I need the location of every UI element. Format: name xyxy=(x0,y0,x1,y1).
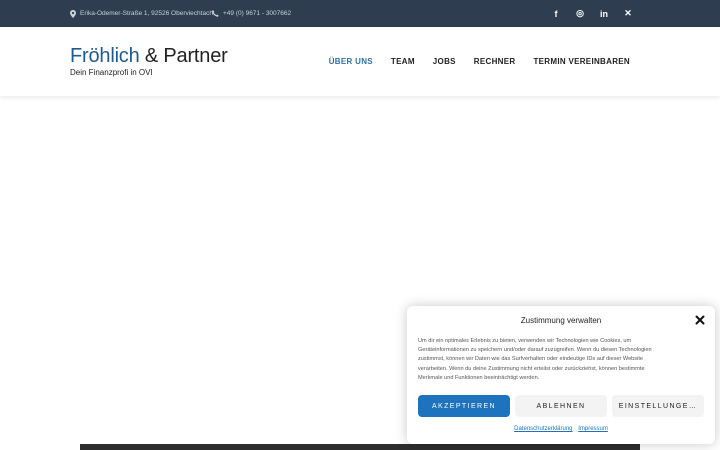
top-bar: Erika-Odemer-Straße 1, 92526 Oberviechta… xyxy=(0,0,720,27)
phone-info[interactable]: +49 (0) 9671 - 3007662 xyxy=(212,0,291,27)
close-icon[interactable] xyxy=(695,315,705,325)
xing-icon[interactable]: ✕ xyxy=(616,8,640,19)
consent-title: Zustimmung verwalten xyxy=(520,316,602,325)
hero-footer-strip xyxy=(80,444,640,450)
address-text: Erika-Odemer-Straße 1, 92526 Oberviechta… xyxy=(80,10,213,17)
accept-button[interactable]: AKZEPTIEREN xyxy=(418,395,510,417)
social-links: f ◎ in ✕ xyxy=(544,0,640,27)
imprint-link[interactable]: Impressum xyxy=(578,426,608,432)
main-nav: ÜBER UNS TEAM JOBS RECHNER TERMIN VEREIN… xyxy=(311,27,630,96)
phone-text: +49 (0) 9671 - 3007662 xyxy=(223,10,292,17)
consent-links: Datenschutzerklärung Impressum xyxy=(407,426,715,432)
address-info: Erika-Odemer-Straße 1, 92526 Oberviechta… xyxy=(70,0,213,27)
facebook-icon[interactable]: f xyxy=(544,9,568,19)
phone-icon xyxy=(212,10,219,17)
logo-brand: Fröhlich & Partner xyxy=(70,45,228,67)
logo-tagline: Dein Finanzprofi in OVI xyxy=(70,68,153,77)
consent-text: Um dir ein optimales Erlebnis zu bieten,… xyxy=(418,338,652,381)
logo[interactable]: Fröhlich & Partner Dein Finanzprofi in O… xyxy=(70,45,228,77)
nav-item-termin-vereinbaren[interactable]: TERMIN VEREINBAREN xyxy=(533,57,630,66)
logo-partner: & Partner xyxy=(144,45,228,67)
nav-item-rechner[interactable]: RECHNER xyxy=(474,57,516,66)
nav-item-team[interactable]: TEAM xyxy=(391,57,415,66)
deny-button[interactable]: ABLEHNEN xyxy=(515,395,607,417)
cookie-consent-dialog: Zustimmung verwalten Um dir ein optimale… xyxy=(407,306,715,444)
linkedin-icon[interactable]: in xyxy=(592,9,616,19)
settings-button[interactable]: EINSTELLUNGE… xyxy=(612,395,704,417)
logo-name: Fröhlich xyxy=(70,45,140,67)
nav-item-jobs[interactable]: JOBS xyxy=(433,57,456,66)
location-pin-icon xyxy=(70,9,76,18)
instagram-icon[interactable]: ◎ xyxy=(568,8,592,19)
privacy-policy-link[interactable]: Datenschutzerklärung xyxy=(514,426,572,432)
nav-item-ueber-uns[interactable]: ÜBER UNS xyxy=(329,57,373,66)
